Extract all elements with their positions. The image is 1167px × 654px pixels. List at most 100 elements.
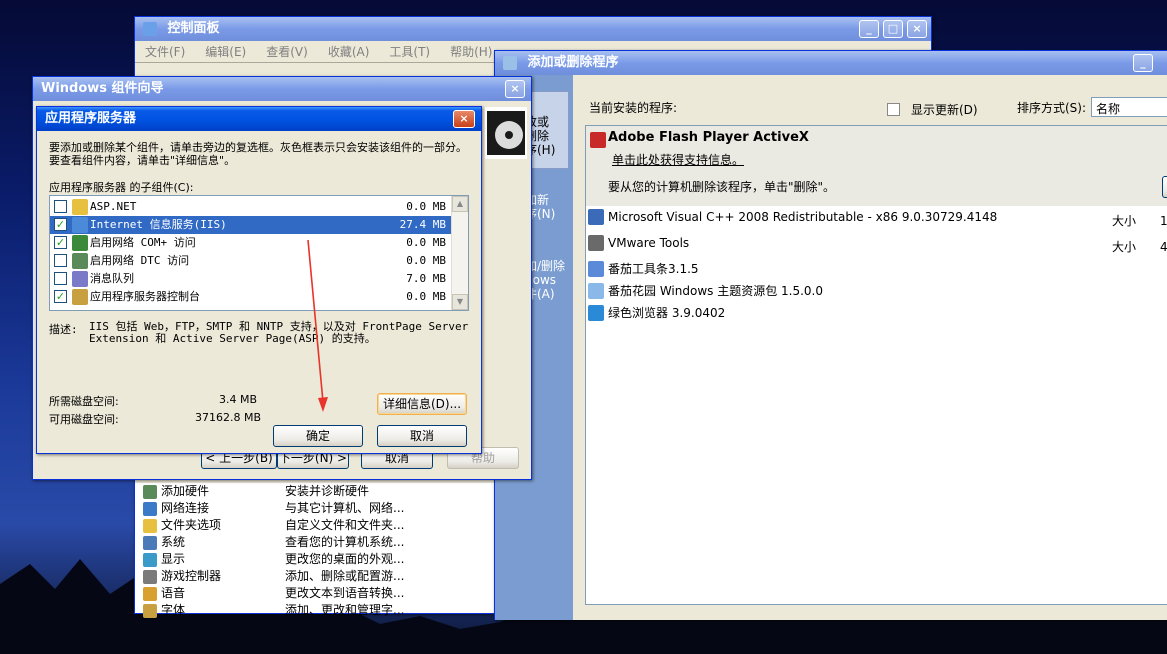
selected-program-name: Adobe Flash Player ActiveX: [608, 130, 809, 145]
scroll-down-arrow[interactable]: ▼: [452, 294, 468, 310]
component-name: Internet 信息服务(IIS): [90, 218, 227, 231]
component-size: 7.0 MB: [406, 272, 446, 285]
add-remove-main: 当前安装的程序: 显示更新(D) 排序方式(S): 名称 Adobe Flash…: [573, 75, 1167, 620]
details-button[interactable]: 详细信息(D)...: [377, 393, 467, 415]
close-button[interactable]: ×: [907, 20, 927, 38]
component-checkbox[interactable]: ✓: [54, 290, 67, 303]
component-name: 消息队列: [90, 272, 134, 285]
control-panel-item-desc: 安装并诊断硬件: [285, 484, 370, 498]
control-panel-item[interactable]: 显示 更改您的桌面的外观...: [143, 551, 495, 568]
component-checkbox[interactable]: [54, 200, 67, 213]
menu-item[interactable]: 收藏(A): [318, 43, 380, 60]
program-name: 番茄花园 Windows 主题资源包 1.5.0.0: [608, 284, 823, 298]
program-size: 10.: [1160, 214, 1167, 228]
program-row[interactable]: Microsoft Visual C++ 2008 Redistributabl…: [586, 206, 1167, 228]
component-row[interactable]: 启用网络 DTC 访问 0.0 MB: [50, 252, 452, 270]
component-name: 应用程序服务器控制台: [90, 290, 200, 303]
control-panel-item[interactable]: 字体 添加、更改和管理字...: [143, 602, 495, 619]
remove-hint: 要从您的计算机删除该程序，单击"删除"。: [608, 180, 836, 194]
program-icon: [588, 209, 604, 225]
control-panel-item-icon: [143, 603, 157, 618]
component-size: 0.0 MB: [406, 236, 446, 249]
component-size: 27.4 MB: [399, 218, 446, 231]
menu-item[interactable]: 工具(T): [379, 43, 440, 60]
control-panel-item-icon: [143, 552, 157, 567]
control-panel-item-name: 游戏控制器: [161, 569, 222, 583]
control-panel-item-icon: [143, 518, 157, 533]
app-server-titlebar[interactable]: 应用程序服务器 ×: [37, 107, 481, 131]
control-panel-item[interactable]: 文件夹选项 自定义文件和文件夹...: [143, 517, 495, 534]
component-list-scrollbar[interactable]: ▲ ▼: [451, 196, 468, 310]
component-row[interactable]: ✓ Internet 信息服务(IIS) 27.4 MB: [50, 216, 452, 234]
control-panel-item-name: 字体: [161, 603, 186, 617]
program-list[interactable]: Adobe Flash Player ActiveX 单击此处获得支持信息。 要…: [585, 125, 1167, 605]
program-row[interactable]: 番茄工具条3.1.5: [586, 258, 1167, 280]
remove-program-button[interactable]: [1162, 176, 1167, 198]
component-checkbox[interactable]: ✓: [54, 236, 67, 249]
add-remove-titlebar[interactable]: 添加或删除程序 _: [495, 51, 1167, 75]
component-row[interactable]: 消息队列 7.0 MB: [50, 270, 452, 288]
program-row[interactable]: VMware Tools 大小 40.: [586, 232, 1167, 254]
add-remove-minimize-button[interactable]: _: [1133, 54, 1153, 72]
component-row[interactable]: ✓ 启用网络 COM+ 访问 0.0 MB: [50, 234, 452, 252]
control-panel-item-desc: 查看您的计算机系统...: [285, 535, 405, 549]
maximize-button[interactable]: □: [883, 20, 903, 38]
component-checkbox[interactable]: ✓: [54, 218, 67, 231]
component-row[interactable]: ASP.NET 0.0 MB: [50, 198, 452, 216]
sort-label: 排序方式(S):: [1017, 101, 1087, 115]
cancel-button[interactable]: 取消: [377, 425, 467, 447]
control-panel-item[interactable]: 游戏控制器 添加、删除或配置游...: [143, 568, 495, 585]
control-panel-item-desc: 更改文本到语音转换...: [285, 586, 405, 600]
program-row[interactable]: 绿色浏览器 3.9.0402: [586, 302, 1167, 324]
scroll-up-arrow[interactable]: ▲: [452, 196, 468, 212]
component-icon: [72, 253, 88, 269]
required-space-value: 3.4 MB: [219, 393, 258, 406]
add-remove-window: 添加或删除程序 _ 改或 删除 序(H) 加新 序(N) 加/删除 dows 件…: [494, 50, 1167, 620]
program-icon: [588, 305, 604, 321]
program-icon: [588, 283, 604, 299]
menu-item[interactable]: 查看(V): [256, 43, 318, 60]
control-panel-item-name: 显示: [161, 552, 186, 566]
menu-item[interactable]: 编辑(E): [195, 43, 256, 60]
description-label: 描述:: [49, 323, 78, 336]
control-panel-item-name: 文件夹选项: [161, 518, 222, 532]
program-icon: [588, 235, 604, 251]
program-name: Microsoft Visual C++ 2008 Redistributabl…: [608, 210, 998, 224]
app-server-close-button[interactable]: ×: [453, 110, 475, 128]
show-updates-checkbox[interactable]: [887, 103, 900, 116]
wizard-title: Windows 组件向导: [41, 81, 164, 96]
control-panel-item-desc: 与其它计算机、网络...: [285, 501, 405, 515]
control-panel-item[interactable]: 系统 查看您的计算机系统...: [143, 534, 495, 551]
required-space-label: 所需磁盘空间:: [49, 395, 119, 408]
component-list[interactable]: ASP.NET 0.0 MB ✓ Internet 信息服务(IIS) 27.4 MB ✓…: [49, 195, 469, 311]
available-space-value: 37162.8 MB: [195, 411, 262, 424]
ok-button[interactable]: 确定: [273, 425, 363, 447]
wizard-close-button[interactable]: ×: [505, 80, 525, 98]
component-name: 启用网络 COM+ 访问: [90, 236, 196, 249]
component-icon: [72, 271, 88, 287]
sort-select[interactable]: 名称: [1091, 97, 1167, 117]
flash-player-icon: [590, 132, 606, 148]
support-info-link[interactable]: 单击此处获得支持信息。: [612, 151, 744, 168]
app-server-title: 应用程序服务器: [45, 111, 137, 126]
component-row[interactable]: ✓ 应用程序服务器控制台 0.0 MB: [50, 288, 452, 306]
component-size: 0.0 MB: [406, 200, 446, 213]
minimize-button[interactable]: _: [859, 20, 879, 38]
control-panel-item[interactable]: 添加硬件 安装并诊断硬件: [143, 483, 495, 500]
program-row[interactable]: 番茄花园 Windows 主题资源包 1.5.0.0: [586, 280, 1167, 302]
component-checkbox[interactable]: [54, 272, 67, 285]
control-panel-item[interactable]: 网络连接 与其它计算机、网络...: [143, 500, 495, 517]
program-size-label: 大小: [1112, 240, 1137, 254]
component-size: 0.0 MB: [406, 290, 446, 303]
component-name: ASP.NET: [90, 200, 137, 213]
component-checkbox[interactable]: [54, 254, 67, 267]
menu-item[interactable]: 文件(F): [135, 43, 195, 60]
control-panel-item-desc: 自定义文件和文件夹...: [285, 518, 405, 532]
control-panel-item[interactable]: 语音 更改文本到语音转换...: [143, 585, 495, 602]
show-updates-label: 显示更新(D): [911, 103, 978, 117]
control-panel-icon: [143, 21, 157, 36]
selected-program-row[interactable]: Adobe Flash Player ActiveX 单击此处获得支持信息。 要…: [586, 126, 1167, 206]
wizard-titlebar[interactable]: Windows 组件向导 ×: [33, 77, 531, 101]
control-panel-titlebar[interactable]: 控制面板 _ □ ×: [135, 17, 931, 41]
program-name: 番茄工具条3.1.5: [608, 262, 699, 276]
